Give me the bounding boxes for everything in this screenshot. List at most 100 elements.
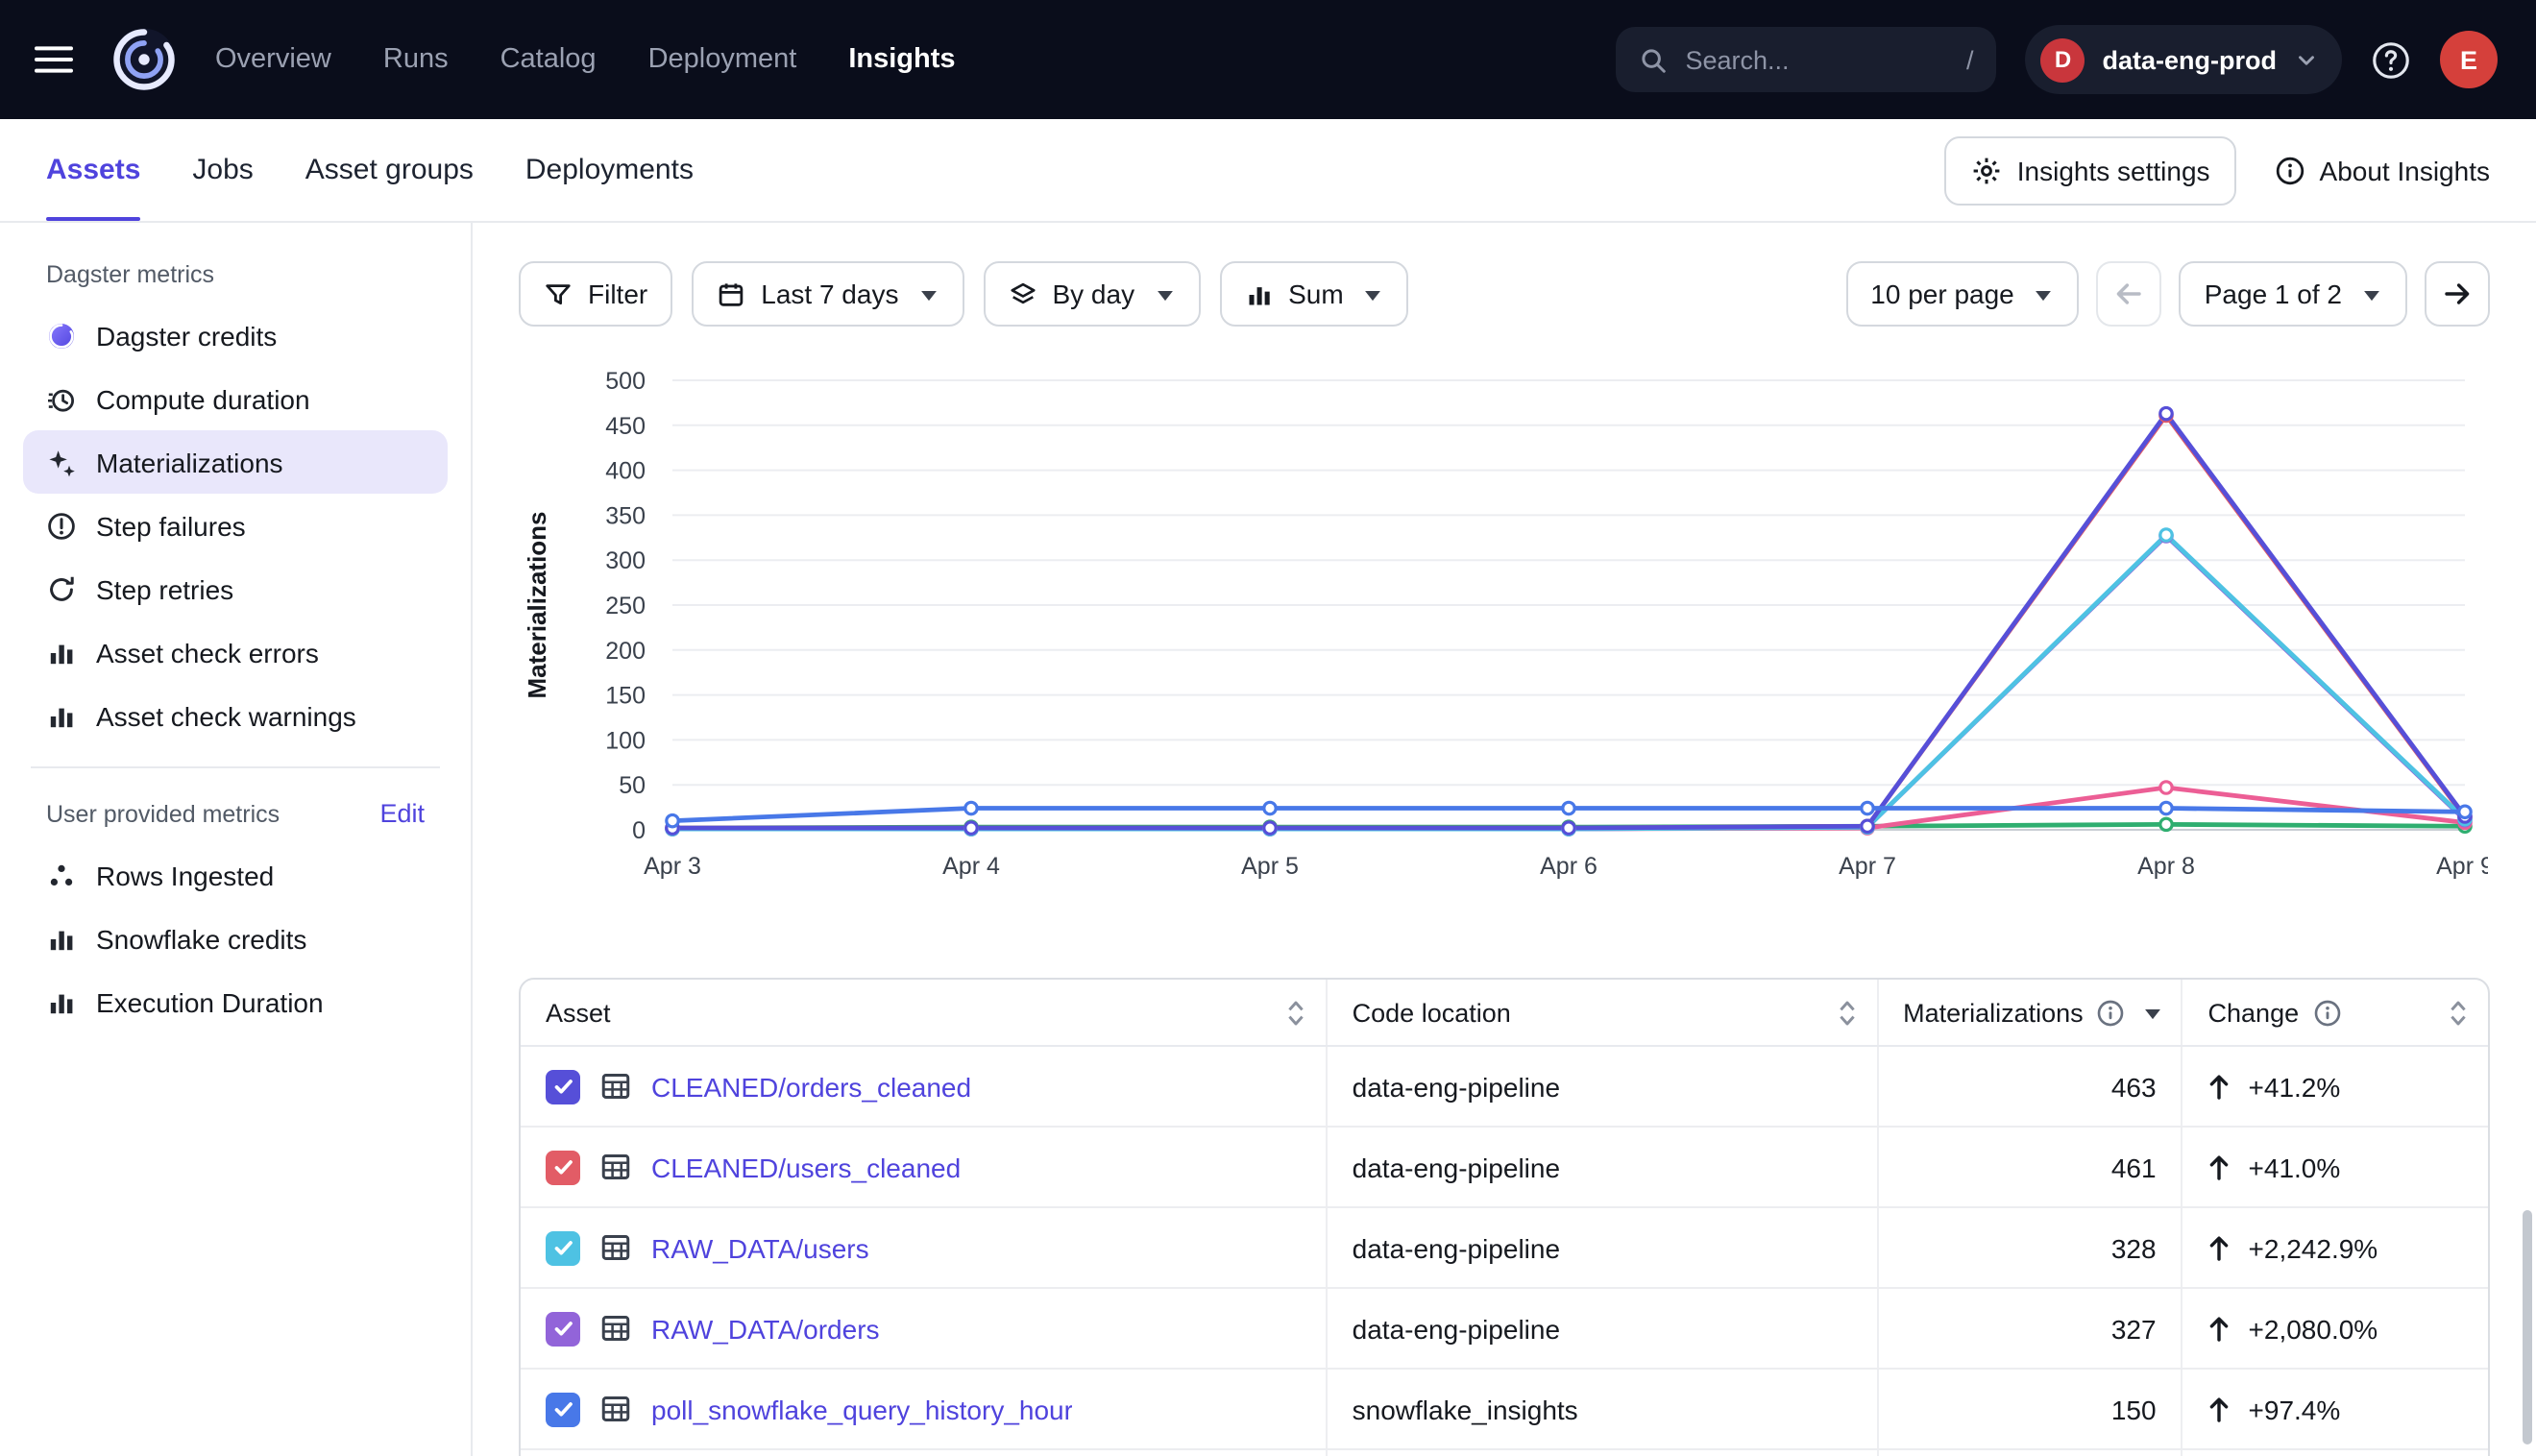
dots-icon [46,860,77,890]
page-dropdown[interactable]: Page 1 of 2 [2180,261,2407,327]
info-icon[interactable] [2097,998,2126,1027]
sort-icon[interactable] [1285,998,1306,1027]
table-icon [599,1393,632,1425]
tabbar-right: Insights settings About Insights [1944,135,2490,205]
materializations-cell: 327 [1878,1289,2182,1368]
org-switcher[interactable]: D data-eng-prod [2026,25,2343,94]
nav-item-runs[interactable]: Runs [383,44,449,75]
change-cell: +41.2% [2183,1047,2488,1126]
date-range-dropdown[interactable]: Last 7 days [692,261,963,327]
change-cell [2183,1450,2488,1456]
chart-point [1563,802,1574,813]
caret-down-icon [1363,283,1384,304]
funnel-icon [544,279,573,308]
bar-chart-icon [46,986,77,1017]
prev-page-button[interactable] [2097,261,2162,327]
nav-item-catalog[interactable]: Catalog [500,44,597,75]
granularity-dropdown[interactable]: By day [983,261,1200,327]
chart-ytick-label: 400 [605,458,646,485]
chart-point [1264,802,1276,813]
gear-icon [1971,155,2002,185]
sidebar-item-materializations[interactable]: Materializations [23,430,448,494]
edit-metrics-link[interactable]: Edit [379,799,425,828]
row-checkbox[interactable] [546,1150,580,1184]
hamburger-menu-button[interactable] [35,42,77,77]
row-checkbox[interactable] [546,1311,580,1346]
change-value: +2,242.9% [2249,1232,2378,1263]
chart-point [2459,806,2471,817]
sidebar-item-dagster-credits[interactable]: Dagster credits [23,303,448,367]
asset-link[interactable]: CLEANED/orders_cleaned [651,1071,971,1102]
change-value: +97.4% [2249,1394,2341,1424]
asset-link[interactable]: RAW_DATA/users [651,1232,869,1263]
user-avatar[interactable]: E [2440,31,2498,88]
dagster-logo-icon[interactable] [108,23,181,96]
row-checkbox[interactable] [546,1069,580,1104]
sidebar-item-rows-ingested[interactable]: Rows Ingested [23,843,448,907]
column-header-change: Change [2183,980,2488,1045]
chart-xtick-label: Apr 6 [1540,853,1597,880]
row-checkbox[interactable] [546,1230,580,1265]
next-page-button[interactable] [2425,261,2490,327]
aggregation-dropdown[interactable]: Sum [1219,261,1409,327]
help-button[interactable] [2371,39,2411,80]
caret-down-icon[interactable] [2143,1002,2164,1023]
search-box[interactable]: / [1617,27,1997,92]
per-page-label: 10 per page [1870,279,2013,309]
table-icon [599,1070,632,1103]
materializations-cell [1878,1450,2182,1456]
sidebar-item-asset-check-warnings[interactable]: Asset check warnings [23,684,448,747]
sidebar-item-step-retries[interactable]: Step retries [23,557,448,620]
code-location-value: data-eng-pipeline [1353,1313,1560,1344]
sidebar-item-label: Step failures [96,510,246,541]
insights-settings-button[interactable]: Insights settings [1944,135,2237,205]
about-insights-link[interactable]: About Insights [2276,155,2490,185]
asset-link[interactable]: CLEANED/users_cleaned [651,1152,961,1182]
sort-icon[interactable] [1836,998,1857,1027]
tab-asset-groups[interactable]: Asset groups [305,119,474,221]
chevron-down-icon [2294,47,2319,72]
table-icon [599,1231,632,1264]
bar-chart-icon [46,923,77,954]
chart-point [667,814,678,826]
hamburger-icon [35,44,73,75]
row-checkbox[interactable] [546,1392,580,1426]
sort-icon[interactable] [2448,998,2469,1027]
asset-link[interactable]: poll_snowflake_query_history_hour [651,1394,1073,1424]
sidebar-item-compute-duration[interactable]: Compute duration [23,367,448,430]
chart-ytick-label: 500 [605,368,646,395]
sidebar-item-label: Execution Duration [96,986,324,1017]
code-location-cell: data-eng-pipeline [1328,1047,1878,1126]
sidebar-item-snowflake-credits[interactable]: Snowflake credits [23,907,448,970]
nav-item-overview[interactable]: Overview [215,44,331,75]
asset-link[interactable]: RAW_DATA/orders [651,1313,880,1344]
nav-item-deployment[interactable]: Deployment [648,44,797,75]
sidebar-item-asset-check-errors[interactable]: Asset check errors [23,620,448,684]
info-icon [2276,155,2306,185]
per-page-dropdown[interactable]: 10 per page [1845,261,2079,327]
chart-ytick-label: 350 [605,502,646,529]
tab-jobs[interactable]: Jobs [192,119,253,221]
nav-item-insights[interactable]: Insights [848,44,955,75]
arrow-up-icon [2208,1395,2231,1422]
sidebar-item-label: Snowflake credits [96,923,306,954]
chart-point [2160,782,2172,793]
chart-point [1563,822,1574,834]
tab-deployments[interactable]: Deployments [525,119,694,221]
tab-assets[interactable]: Assets [46,119,140,221]
materializations-cell: 461 [1878,1128,2182,1206]
filter-button[interactable]: Filter [519,261,672,327]
sidebar-item-step-failures[interactable]: Step failures [23,494,448,557]
code-location-cell: snowflake_insights [1328,1370,1878,1448]
column-header-materializations: Materializations [1878,980,2182,1045]
sparkle-icon [46,447,77,477]
bar-chart-icon [46,637,77,667]
topnav-right: / D data-eng-prod E [1617,25,2499,94]
materializations-value: 327 [2111,1313,2157,1344]
scrollbar-thumb[interactable] [2523,1210,2532,1444]
search-input[interactable] [1686,45,1949,74]
code-location-value: data-eng-pipeline [1353,1152,1560,1182]
org-name: data-eng-prod [2103,45,2278,74]
sidebar-item-execution-duration[interactable]: Execution Duration [23,970,448,1033]
info-icon[interactable] [2312,998,2341,1027]
